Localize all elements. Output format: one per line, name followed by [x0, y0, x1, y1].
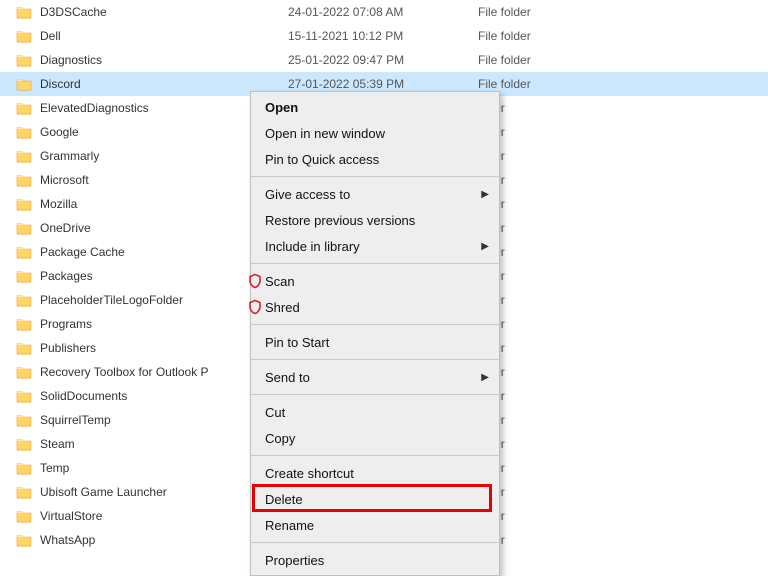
menu-create-shortcut[interactable]: Create shortcut — [251, 460, 499, 486]
menu-separator — [251, 542, 499, 543]
folder-icon — [16, 365, 32, 379]
menu-cut[interactable]: Cut — [251, 399, 499, 425]
file-row[interactable]: Diagnostics25-01-2022 09:47 PMFile folde… — [0, 48, 768, 72]
menu-separator — [251, 359, 499, 360]
file-date: 15-11-2021 10:12 PM — [288, 29, 478, 43]
file-name: D3DSCache — [40, 5, 288, 19]
menu-separator — [251, 324, 499, 325]
menu-separator — [251, 176, 499, 177]
menu-send-to[interactable]: Send to▶ — [251, 364, 499, 390]
menu-pin-quick-access[interactable]: Pin to Quick access — [251, 146, 499, 172]
file-type: File folder — [478, 77, 598, 91]
folder-icon — [16, 389, 32, 403]
folder-icon — [16, 317, 32, 331]
file-type: File folder — [478, 29, 598, 43]
folder-icon — [16, 77, 32, 91]
file-date: 25-01-2022 09:47 PM — [288, 53, 478, 67]
file-date: 24-01-2022 07:08 AM — [288, 5, 478, 19]
folder-icon — [16, 533, 32, 547]
chevron-right-icon: ▶ — [481, 372, 489, 383]
folder-icon — [16, 413, 32, 427]
menu-open-new-window[interactable]: Open in new window — [251, 120, 499, 146]
chevron-right-icon: ▶ — [481, 189, 489, 200]
shield-icon — [247, 273, 263, 289]
file-name: Dell — [40, 29, 288, 43]
file-row[interactable]: D3DSCache24-01-2022 07:08 AMFile folder — [0, 0, 768, 24]
context-menu: Open Open in new window Pin to Quick acc… — [250, 91, 500, 576]
file-name: Diagnostics — [40, 53, 288, 67]
folder-icon — [16, 437, 32, 451]
file-date: 27-01-2022 05:39 PM — [288, 77, 478, 91]
folder-icon — [16, 269, 32, 283]
folder-icon — [16, 245, 32, 259]
file-type: File folder — [478, 53, 598, 67]
menu-properties[interactable]: Properties — [251, 547, 499, 573]
menu-include-in-library[interactable]: Include in library▶ — [251, 233, 499, 259]
menu-open[interactable]: Open — [251, 94, 499, 120]
folder-icon — [16, 485, 32, 499]
folder-icon — [16, 29, 32, 43]
folder-icon — [16, 173, 32, 187]
folder-icon — [16, 197, 32, 211]
menu-scan[interactable]: Scan — [251, 268, 499, 294]
menu-separator — [251, 455, 499, 456]
menu-separator — [251, 263, 499, 264]
folder-icon — [16, 221, 32, 235]
folder-icon — [16, 101, 32, 115]
folder-icon — [16, 53, 32, 67]
menu-restore-previous[interactable]: Restore previous versions — [251, 207, 499, 233]
folder-icon — [16, 5, 32, 19]
file-row[interactable]: Dell15-11-2021 10:12 PMFile folder — [0, 24, 768, 48]
menu-delete[interactable]: Delete — [251, 486, 499, 512]
folder-icon — [16, 149, 32, 163]
folder-icon — [16, 125, 32, 139]
folder-icon — [16, 509, 32, 523]
menu-rename[interactable]: Rename — [251, 512, 499, 538]
menu-copy[interactable]: Copy — [251, 425, 499, 451]
folder-icon — [16, 461, 32, 475]
menu-separator — [251, 394, 499, 395]
folder-icon — [16, 293, 32, 307]
menu-shred[interactable]: Shred — [251, 294, 499, 320]
file-type: File folder — [478, 5, 598, 19]
chevron-right-icon: ▶ — [481, 241, 489, 252]
file-name: Discord — [40, 77, 288, 91]
shield-icon — [247, 299, 263, 315]
menu-pin-to-start[interactable]: Pin to Start — [251, 329, 499, 355]
folder-icon — [16, 341, 32, 355]
menu-give-access-to[interactable]: Give access to▶ — [251, 181, 499, 207]
